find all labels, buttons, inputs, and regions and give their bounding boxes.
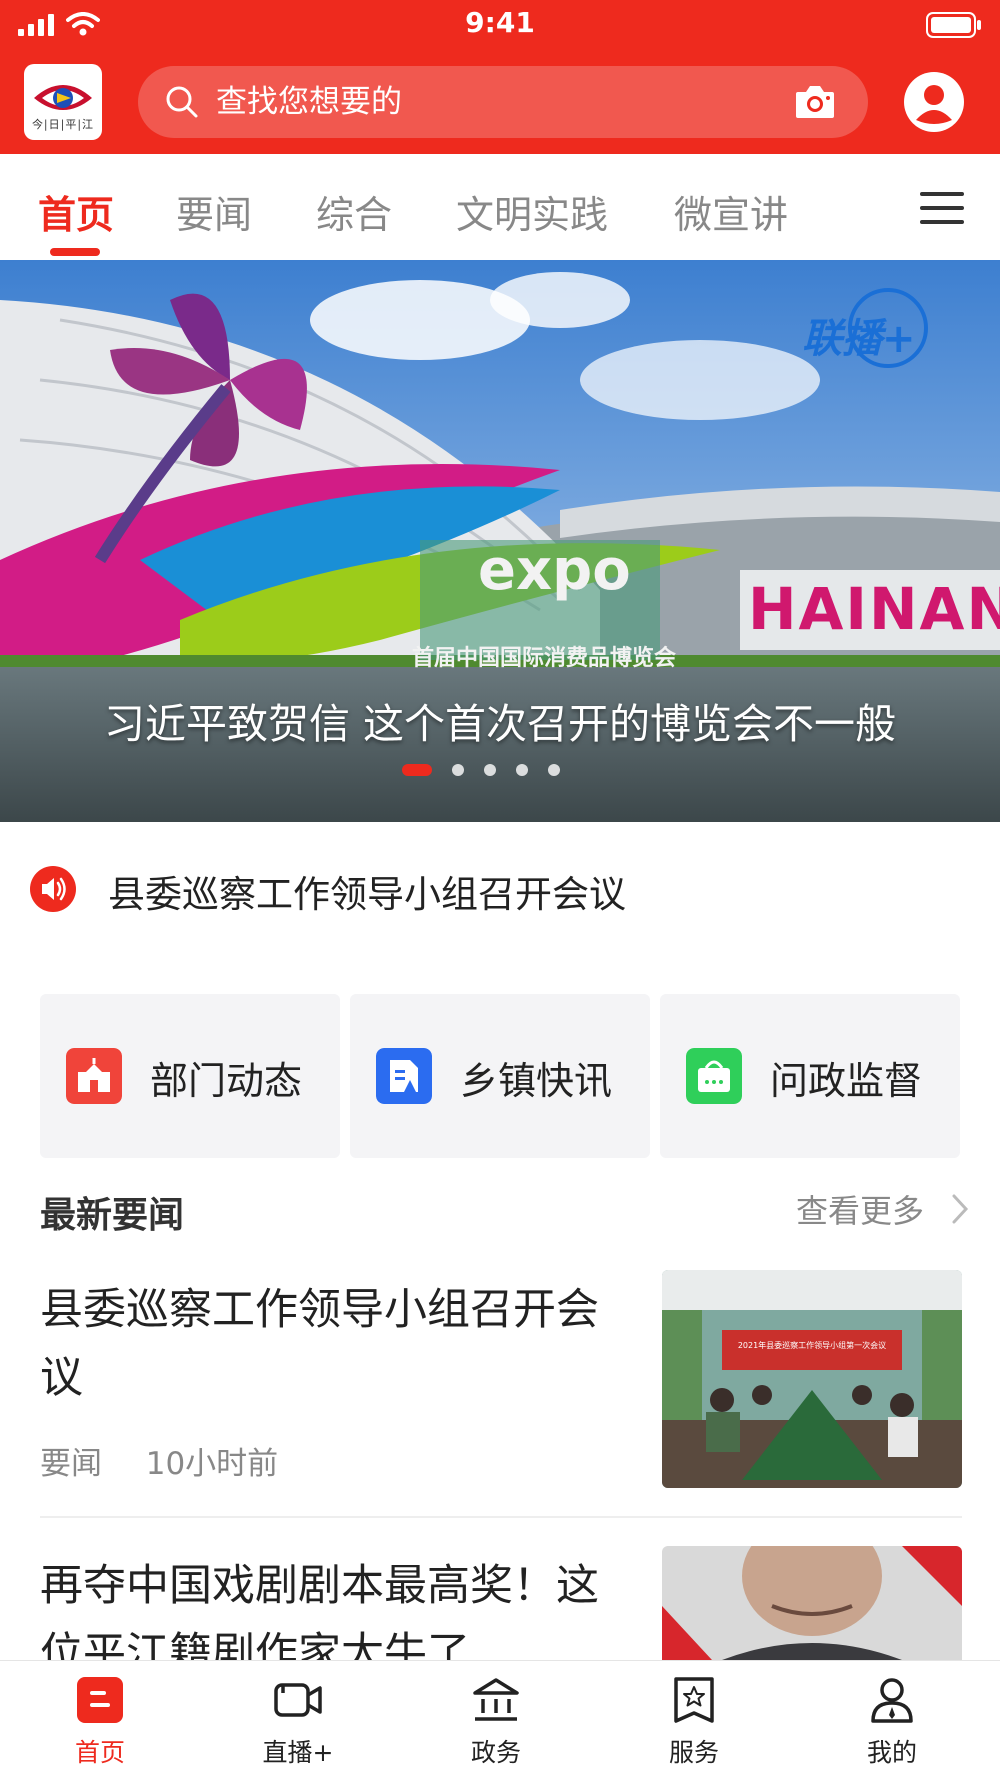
- government-building-icon: [473, 1678, 519, 1721]
- carousel-dot[interactable]: [484, 764, 496, 776]
- tab-civilization-practice[interactable]: 文明实践: [456, 184, 608, 239]
- nav-label: 首页: [74, 1738, 125, 1767]
- tab-home[interactable]: 首页: [38, 184, 114, 239]
- battery-icon: [926, 12, 981, 38]
- banner-channel-logo: 联播+: [800, 280, 940, 380]
- camera-icon[interactable]: [794, 82, 836, 120]
- quick-entry-label: 部门动态: [150, 1059, 303, 1103]
- announcement-bar[interactable]: 县委巡察工作领导小组召开会议: [0, 822, 1000, 952]
- chevron-right-icon[interactable]: [950, 1192, 972, 1226]
- hainan-sign: HAINAN: [748, 575, 1000, 643]
- quick-entry-label: 问政监督: [770, 1059, 923, 1103]
- nav-label: 直播+: [262, 1738, 334, 1767]
- search-input[interactable]: [216, 76, 716, 128]
- nav-services[interactable]: 服务: [594, 1661, 794, 1778]
- news-title[interactable]: 县委巡察工作领导小组召开会议: [40, 1276, 620, 1412]
- tab-headlines[interactable]: 要闻: [176, 184, 252, 239]
- tab-micro-lecture[interactable]: 微宣讲: [674, 184, 788, 239]
- app-header: 9:41 今|日|平|江: [0, 0, 1000, 154]
- carousel-dot[interactable]: [452, 764, 464, 776]
- active-tab-indicator: [50, 248, 100, 256]
- carousel-dot[interactable]: [516, 764, 528, 776]
- video-camera-icon: [274, 1683, 322, 1717]
- service-star-icon: [674, 1677, 714, 1723]
- speaker-icon: [30, 866, 76, 912]
- nav-label: 服务: [668, 1738, 719, 1767]
- search-bar[interactable]: [138, 66, 868, 138]
- quick-entry-inquiry-supervision[interactable]: 问政监督: [660, 994, 960, 1158]
- meeting-photo: [662, 1270, 962, 1488]
- building-icon: [66, 1048, 122, 1104]
- nav-live[interactable]: 直播+: [198, 1661, 398, 1778]
- nav-label: 政务: [470, 1738, 521, 1767]
- nav-government[interactable]: 政务: [396, 1661, 596, 1778]
- carousel-dot[interactable]: [402, 764, 432, 776]
- banner-carousel[interactable]: expo 首届中国国际消费品博览会 HAINAN 联播+ 习近平致贺信 这个首次…: [0, 260, 1000, 822]
- news-thumbnail[interactable]: 2021年县委巡察工作领导小组第一次会议: [662, 1270, 962, 1488]
- status-bar: 9:41: [0, 0, 1000, 50]
- quick-entry-town-news[interactable]: 乡镇快讯: [350, 994, 650, 1158]
- logo-text: 今|日|平|江: [31, 118, 95, 131]
- news-meta: 要闻 10小时前: [40, 1438, 278, 1483]
- banner-caption[interactable]: 习近平致贺信 这个首次召开的博览会不一般: [0, 690, 1000, 750]
- user-avatar-icon[interactable]: [904, 72, 964, 132]
- profile-icon: [871, 1678, 913, 1723]
- nav-profile[interactable]: 我的: [792, 1661, 992, 1778]
- bottom-navigation: 首页 直播+ 政务 服务 我的: [0, 1660, 1000, 1778]
- expo-sign-subtitle: 首届中国国际消费品博览会: [412, 646, 677, 671]
- quick-entry-department-news[interactable]: 部门动态: [40, 994, 340, 1158]
- carousel-dots: [0, 764, 1000, 778]
- carousel-dot[interactable]: [548, 764, 560, 776]
- nav-home[interactable]: 首页: [0, 1661, 200, 1778]
- portrait-photo: [662, 1546, 962, 1660]
- divider: [40, 1516, 962, 1518]
- quick-entry-label: 乡镇快讯: [460, 1059, 613, 1103]
- news-category: 要闻: [40, 1446, 102, 1482]
- search-icon: [166, 86, 198, 118]
- news-thumbnail[interactable]: [662, 1546, 962, 1660]
- document-icon: [376, 1048, 432, 1104]
- banner-channel-text: 联播+: [802, 316, 916, 362]
- expo-sign: expo: [478, 538, 631, 603]
- nav-label: 我的: [866, 1738, 917, 1767]
- announcement-text[interactable]: 县委巡察工作领导小组召开会议: [108, 864, 626, 918]
- tab-general[interactable]: 综合: [316, 184, 392, 239]
- news-time: 10小时前: [145, 1446, 279, 1482]
- mailbox-icon: [686, 1048, 742, 1104]
- channel-tabs: 首页 要闻 综合 文明实践 微宣讲: [0, 154, 1000, 260]
- meeting-banner-text: 2021年县委巡察工作领导小组第一次会议: [737, 1341, 887, 1350]
- status-time: 9:41: [465, 6, 535, 39]
- view-more-link[interactable]: 查看更多: [796, 1186, 924, 1232]
- home-icon: [77, 1677, 123, 1723]
- section-title: 最新要闻: [40, 1195, 185, 1236]
- eye-logo-icon: [34, 85, 92, 110]
- menu-icon[interactable]: [920, 190, 964, 226]
- app-logo[interactable]: 今|日|平|江: [24, 64, 102, 140]
